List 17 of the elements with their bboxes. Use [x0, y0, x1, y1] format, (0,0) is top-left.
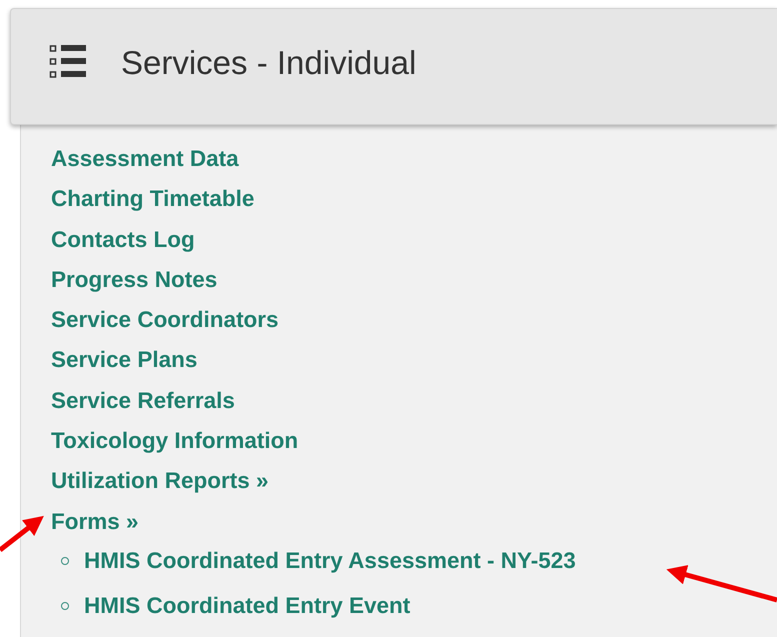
- bullet-icon: [61, 557, 69, 566]
- submenu-link[interactable]: HMIS Coordinated Entry Assessment - NY-523: [84, 546, 576, 576]
- menu-link[interactable]: Utilization Reports »: [51, 461, 269, 502]
- list-icon: [49, 44, 87, 80]
- menu-link[interactable]: Toxicology Information: [51, 421, 298, 462]
- submenu-link[interactable]: HMIS Coordinated Entry Event: [84, 591, 410, 622]
- arrow: [0, 516, 44, 552]
- menu-link[interactable]: Service Plans: [51, 340, 198, 381]
- menu-link[interactable]: Assessment Data: [51, 139, 239, 180]
- menu-link[interactable]: Charting Timetable: [51, 179, 254, 220]
- panel-title: Services - Individual: [121, 44, 416, 82]
- menu-link[interactable]: Progress Notes: [51, 260, 218, 300]
- menu-link[interactable]: Service Coordinators: [51, 300, 279, 340]
- menu-link[interactable]: Service Referrals: [51, 380, 235, 422]
- menu-link[interactable]: Forms »: [51, 502, 139, 542]
- bullet-icon: [61, 602, 69, 610]
- menu-link[interactable]: Contacts Log: [51, 220, 195, 260]
